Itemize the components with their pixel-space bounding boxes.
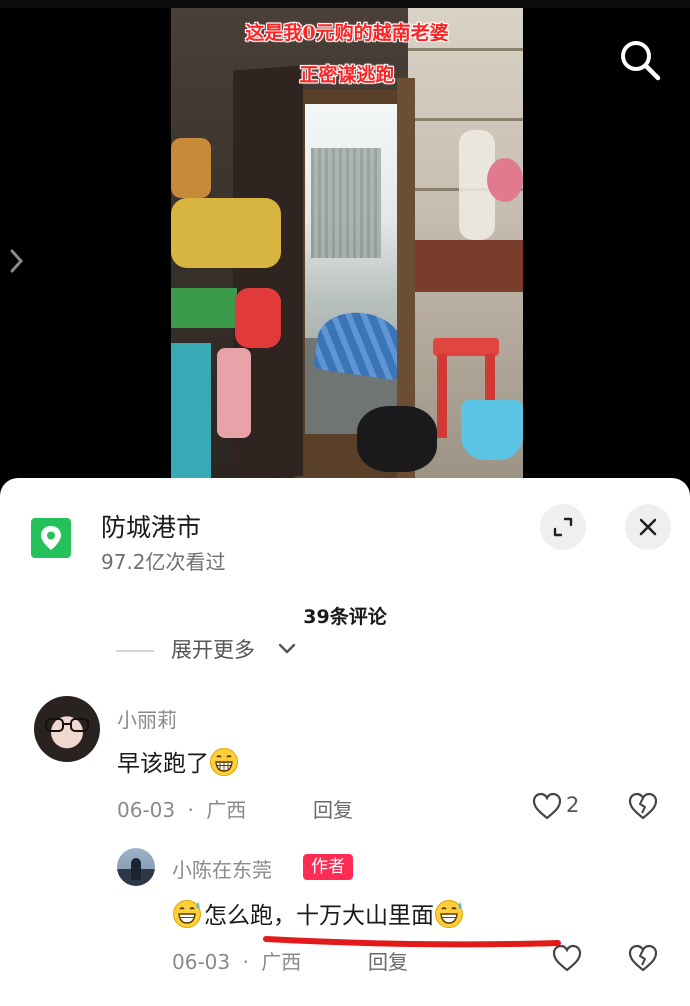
video-caption-1: 这是我0元购的越南老婆: [245, 22, 449, 44]
heart-icon[interactable]: [551, 943, 583, 977]
expand-button[interactable]: [540, 504, 586, 550]
like-count: 2: [566, 793, 580, 817]
avatar[interactable]: [117, 848, 155, 886]
search-icon[interactable]: [616, 36, 664, 84]
expand-more-label: 展开更多: [171, 638, 255, 662]
reply-username[interactable]: 小陈在东莞: [172, 854, 272, 883]
video-caption-2: 正密谋逃跑: [299, 64, 395, 86]
video-basin: [461, 400, 523, 460]
reply-button[interactable]: 回复: [368, 946, 408, 975]
close-icon: [639, 518, 657, 536]
expand-icon: [553, 517, 573, 537]
comment-count: 39条评论: [303, 606, 387, 628]
video-frame[interactable]: 这是我0元购的越南老婆 正密谋逃跑: [171, 8, 523, 478]
grinning-face-with-sweat-icon: [172, 899, 204, 935]
location-views: 97.2亿次看过: [101, 550, 226, 574]
comment-meta: 06-03 · 广西: [117, 798, 247, 822]
comment-username[interactable]: 小丽莉: [117, 704, 177, 733]
reply-button[interactable]: 回复: [313, 794, 353, 823]
reply-region: 广西: [261, 950, 302, 974]
chevron-right-icon[interactable]: [8, 246, 26, 276]
video-player[interactable]: 这是我0元购的越南老婆 正密谋逃跑: [0, 0, 690, 490]
location-title[interactable]: 防城港市: [101, 508, 201, 544]
chevron-down-icon: [278, 643, 296, 654]
comment-text: 早该跑了: [117, 744, 239, 783]
location-pin-icon[interactable]: [31, 518, 71, 558]
divider: [116, 650, 154, 652]
reply-text-content: 怎么跑，十万大山里面: [204, 903, 434, 929]
reply-meta: 06-03 · 广西: [172, 950, 302, 974]
red-underline-mark: [263, 936, 561, 948]
author-badge: 作者: [303, 854, 353, 880]
comment-region: 广西: [206, 798, 247, 822]
broken-heart-icon[interactable]: [627, 943, 659, 977]
broken-heart-icon[interactable]: [627, 791, 659, 825]
grinning-face-with-sweat-icon: [434, 899, 466, 935]
comment-sheet: 防城港市 97.2亿次看过 39条评论 展开更多 小丽莉 早该跑了 06-03 …: [0, 478, 690, 1006]
heart-icon[interactable]: [531, 791, 563, 825]
comment-date: 06-03: [117, 798, 176, 822]
comment-text-content: 早该跑了: [117, 751, 209, 777]
video-shelf: [171, 128, 281, 478]
grinning-face-icon: [209, 747, 239, 783]
close-button[interactable]: [625, 504, 671, 550]
reply-date: 06-03: [172, 950, 231, 974]
avatar[interactable]: [34, 696, 100, 762]
reply-text: 怎么跑，十万大山里面: [172, 896, 466, 935]
status-strip: [0, 0, 690, 8]
